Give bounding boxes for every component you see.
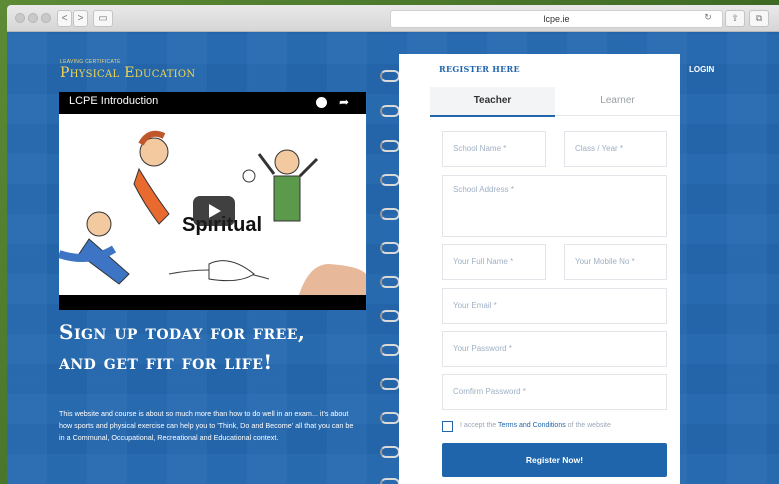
reload-icon[interactable]: ↻: [699, 10, 717, 25]
headline-line-1: Sign up today for free,: [59, 320, 306, 344]
spiral-ring: [380, 276, 400, 288]
spiral-ring: [380, 140, 400, 152]
sidebar-toggle-icon[interactable]: ▭: [93, 10, 113, 27]
browser-window: < > ▭ lcpe.ie ↻ ⇧ ⧉ LEAVING CERTIFICATE …: [7, 5, 779, 484]
video-title[interactable]: LCPE Introduction: [69, 95, 158, 107]
headline-line-2: and get fit for life!: [59, 350, 273, 374]
terms-label: I accept the Terms and Conditions of the…: [460, 422, 611, 429]
page-content: LEAVING CERTIFICATE Physical Education L…: [7, 32, 779, 484]
confirm-password-field[interactable]: Comfirm Password *: [442, 374, 667, 410]
class-year-field[interactable]: Class / Year *: [564, 131, 667, 167]
spiral-ring: [380, 478, 400, 484]
spiral-ring: [380, 208, 400, 220]
tab-teacher[interactable]: Teacher: [430, 87, 555, 117]
browser-toolbar: < > ▭ lcpe.ie ↻ ⇧ ⧉: [7, 5, 779, 32]
spiral-ring: [380, 446, 400, 458]
register-title: REGISTER HERE: [439, 64, 520, 74]
terms-suffix: of the website: [565, 422, 611, 429]
register-now-button[interactable]: Register Now!: [442, 443, 667, 477]
terms-prefix: I accept the: [460, 422, 499, 429]
spiral-ring: [380, 242, 400, 254]
spiral-ring: [380, 70, 400, 82]
mobile-no-field[interactable]: Your Mobile No *: [564, 244, 667, 280]
share-video-icon[interactable]: ➦: [339, 95, 349, 109]
spiral-ring: [380, 105, 400, 117]
tabs-overview-icon[interactable]: ⧉: [749, 10, 769, 27]
minimize-window-button[interactable]: [28, 13, 38, 23]
video-thumbnail[interactable]: Spiritual: [59, 114, 366, 295]
spiral-ring: [380, 344, 400, 356]
spiral-ring: [380, 412, 400, 424]
share-icon[interactable]: ⇧: [725, 10, 745, 27]
video-player[interactable]: LCPE Introduction ➦: [59, 92, 366, 310]
account-type-tabs: Teacher Learner: [430, 87, 680, 117]
maximize-window-button[interactable]: [41, 13, 51, 23]
site-logo[interactable]: Physical Education: [60, 65, 195, 81]
hero-headline: Sign up today for free, and get fit for …: [59, 317, 379, 377]
spiral-ring: [380, 174, 400, 186]
terms-checkbox[interactable]: [442, 421, 453, 432]
login-link[interactable]: LOGIN: [689, 65, 714, 74]
password-field[interactable]: Your Password *: [442, 331, 667, 367]
terms-link[interactable]: Terms and Conditions: [498, 422, 566, 429]
tab-learner[interactable]: Learner: [555, 87, 680, 116]
watch-later-icon[interactable]: [316, 97, 327, 108]
school-name-field[interactable]: School Name *: [442, 131, 546, 167]
address-bar[interactable]: lcpe.ie: [390, 10, 723, 28]
full-name-field[interactable]: Your Full Name *: [442, 244, 546, 280]
close-window-button[interactable]: [15, 13, 25, 23]
back-button[interactable]: <: [57, 10, 72, 27]
register-panel: REGISTER HERE Teacher Learner School Nam…: [399, 54, 680, 484]
spiral-ring: [380, 310, 400, 322]
email-field[interactable]: Your Email *: [442, 288, 667, 324]
school-address-field[interactable]: School Address *: [442, 175, 667, 237]
forward-button[interactable]: >: [73, 10, 88, 27]
hero-description: This website and course is about so much…: [59, 409, 354, 442]
play-button[interactable]: [193, 196, 235, 226]
spiral-ring: [380, 378, 400, 390]
